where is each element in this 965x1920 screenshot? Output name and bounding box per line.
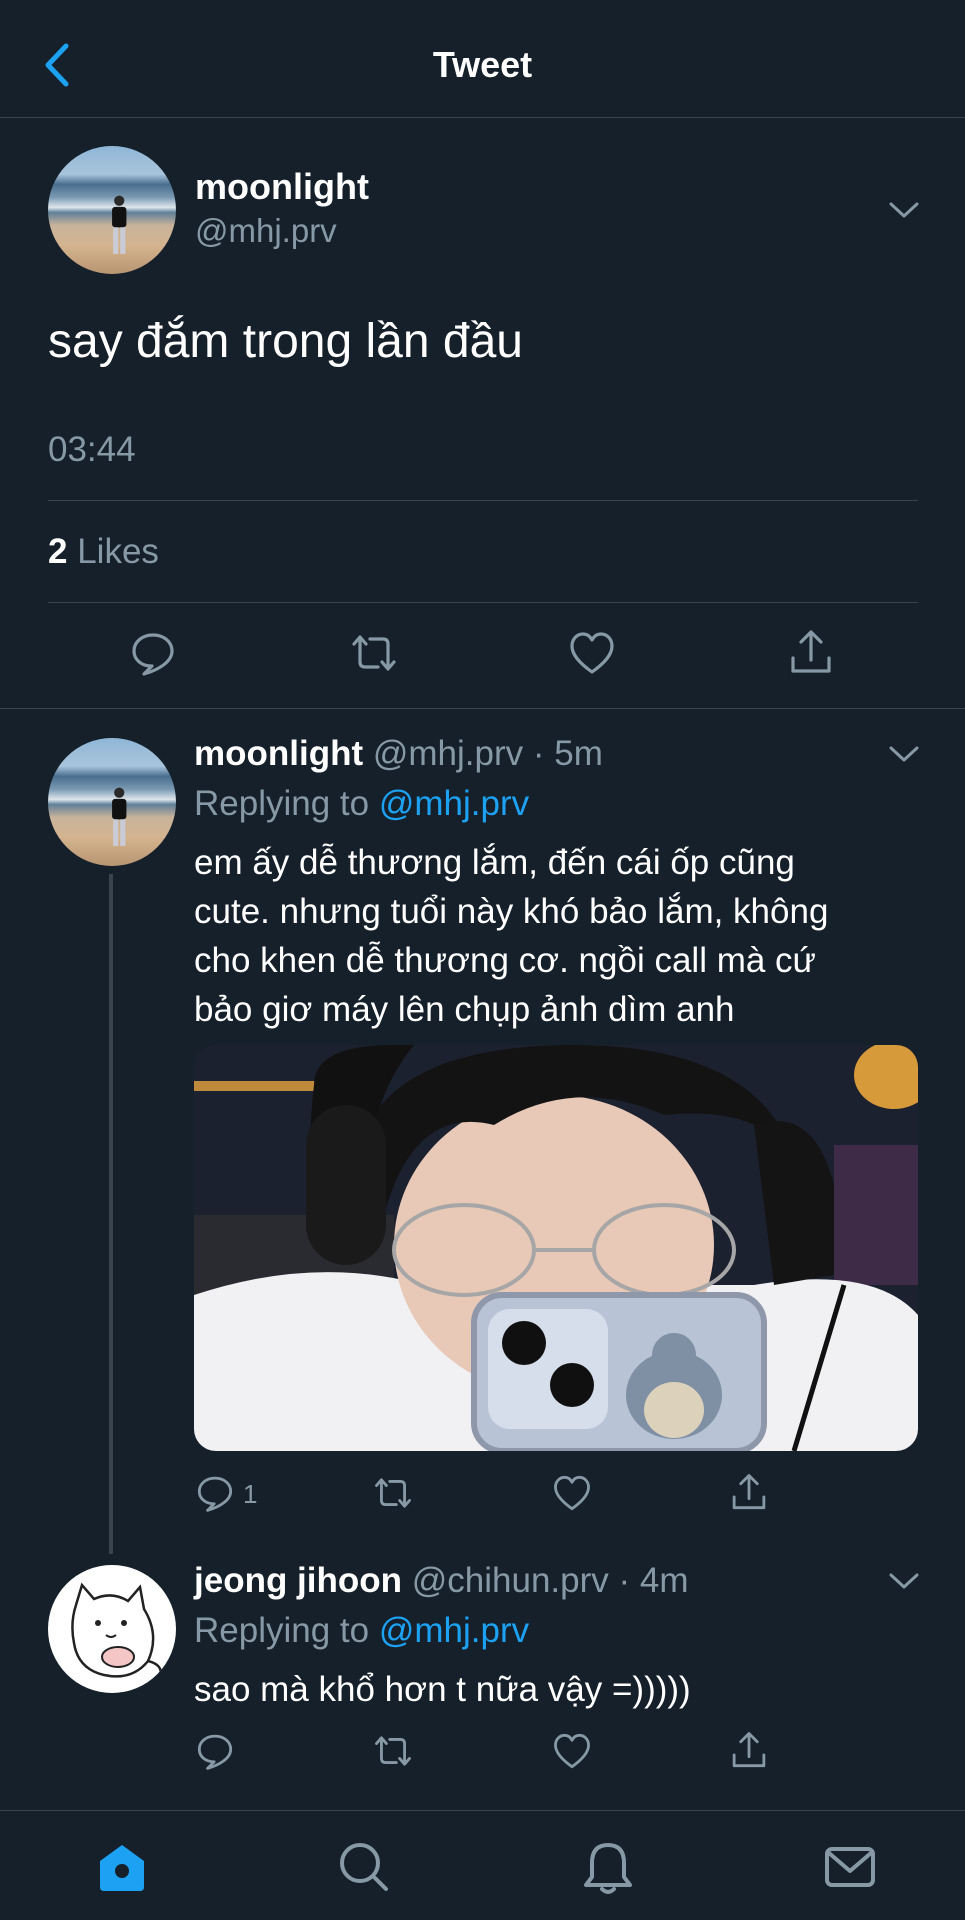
likes-label: Likes: [77, 532, 159, 571]
avatar[interactable]: [48, 1565, 176, 1693]
chevron-down-icon[interactable]: [888, 744, 920, 764]
replying-to: Replying to @mhj.prv: [194, 784, 529, 824]
photo-illustration: [194, 1045, 918, 1451]
chevron-down-icon[interactable]: [888, 1571, 920, 1591]
reply-text-line: bảo giơ máy lên chụp ảnh dìm anh: [194, 990, 735, 1029]
avatar[interactable]: [48, 146, 176, 274]
person-figure-icon: [112, 787, 127, 847]
reply-handle-time: @mhj.prv · 5m: [372, 734, 603, 773]
page-title: Tweet: [432, 44, 533, 85]
reply-count: 1: [243, 1479, 258, 1509]
like-icon[interactable]: [568, 630, 616, 676]
mention-link[interactable]: @mhj.prv: [379, 784, 529, 823]
divider: [48, 602, 918, 603]
tweet-text: say đắm trong lần đầu: [48, 315, 523, 368]
messages-icon[interactable]: [822, 1839, 878, 1895]
share-icon[interactable]: [730, 1730, 768, 1770]
likes-count[interactable]: 2 Likes: [48, 532, 159, 572]
author-name[interactable]: moonlight: [195, 166, 369, 208]
reply-header[interactable]: jeong jihoon @chihun.prv · 4m: [194, 1561, 689, 1601]
person-figure-icon: [112, 195, 127, 255]
reply-text: sao mà khổ hơn t nữa vậy =))))): [194, 1670, 691, 1709]
reply-header[interactable]: moonlight @mhj.prv · 5m: [194, 734, 603, 774]
share-icon[interactable]: [788, 628, 834, 676]
retweet-icon[interactable]: [371, 1732, 415, 1770]
replying-prefix: Replying to: [194, 1611, 370, 1650]
chevron-down-icon[interactable]: [888, 200, 920, 220]
cat-drawing-icon: [71, 1582, 162, 1678]
bottom-tab-bar: [0, 1810, 965, 1920]
like-icon[interactable]: [552, 1732, 592, 1770]
search-icon[interactable]: [336, 1839, 392, 1895]
replying-prefix: Replying to: [194, 784, 370, 823]
reply-text: em ấy dễ thương lắm, đến cái ốp cũng cut…: [194, 838, 924, 1034]
notifications-icon[interactable]: [580, 1839, 636, 1895]
attached-photo[interactable]: [194, 1045, 918, 1451]
divider: [48, 500, 918, 501]
top-bar: Tweet: [0, 0, 965, 118]
reply-text-line: cute. nhưng tuổi này khó bảo lắm, không: [194, 892, 829, 931]
reply-author-name: jeong jihoon: [194, 1561, 403, 1600]
replying-to: Replying to @mhj.prv: [194, 1611, 529, 1651]
section-divider: [0, 708, 965, 709]
home-icon[interactable]: [94, 1839, 150, 1895]
retweet-icon[interactable]: [348, 630, 400, 676]
reply-handle-time: @chihun.prv · 4m: [411, 1561, 689, 1600]
reply-icon[interactable]: [196, 1474, 234, 1512]
likes-number: 2: [48, 532, 68, 571]
retweet-icon[interactable]: [371, 1474, 415, 1512]
tweet-time: 03:44: [48, 430, 136, 469]
share-icon[interactable]: [730, 1472, 768, 1512]
reply-text-line: cho khen dễ thương cơ. ngồi call mà cứ: [194, 941, 816, 980]
reply-author-name: moonlight: [194, 734, 364, 773]
author-handle[interactable]: @mhj.prv: [195, 212, 337, 250]
thread-line: [109, 874, 113, 1554]
mention-link[interactable]: @mhj.prv: [379, 1611, 529, 1650]
reply-icon[interactable]: [196, 1732, 234, 1770]
like-icon[interactable]: [552, 1474, 592, 1512]
avatar[interactable]: [48, 738, 176, 866]
reply-icon[interactable]: [130, 630, 176, 676]
reply-text-line: em ấy dễ thương lắm, đến cái ốp cũng: [194, 843, 795, 882]
